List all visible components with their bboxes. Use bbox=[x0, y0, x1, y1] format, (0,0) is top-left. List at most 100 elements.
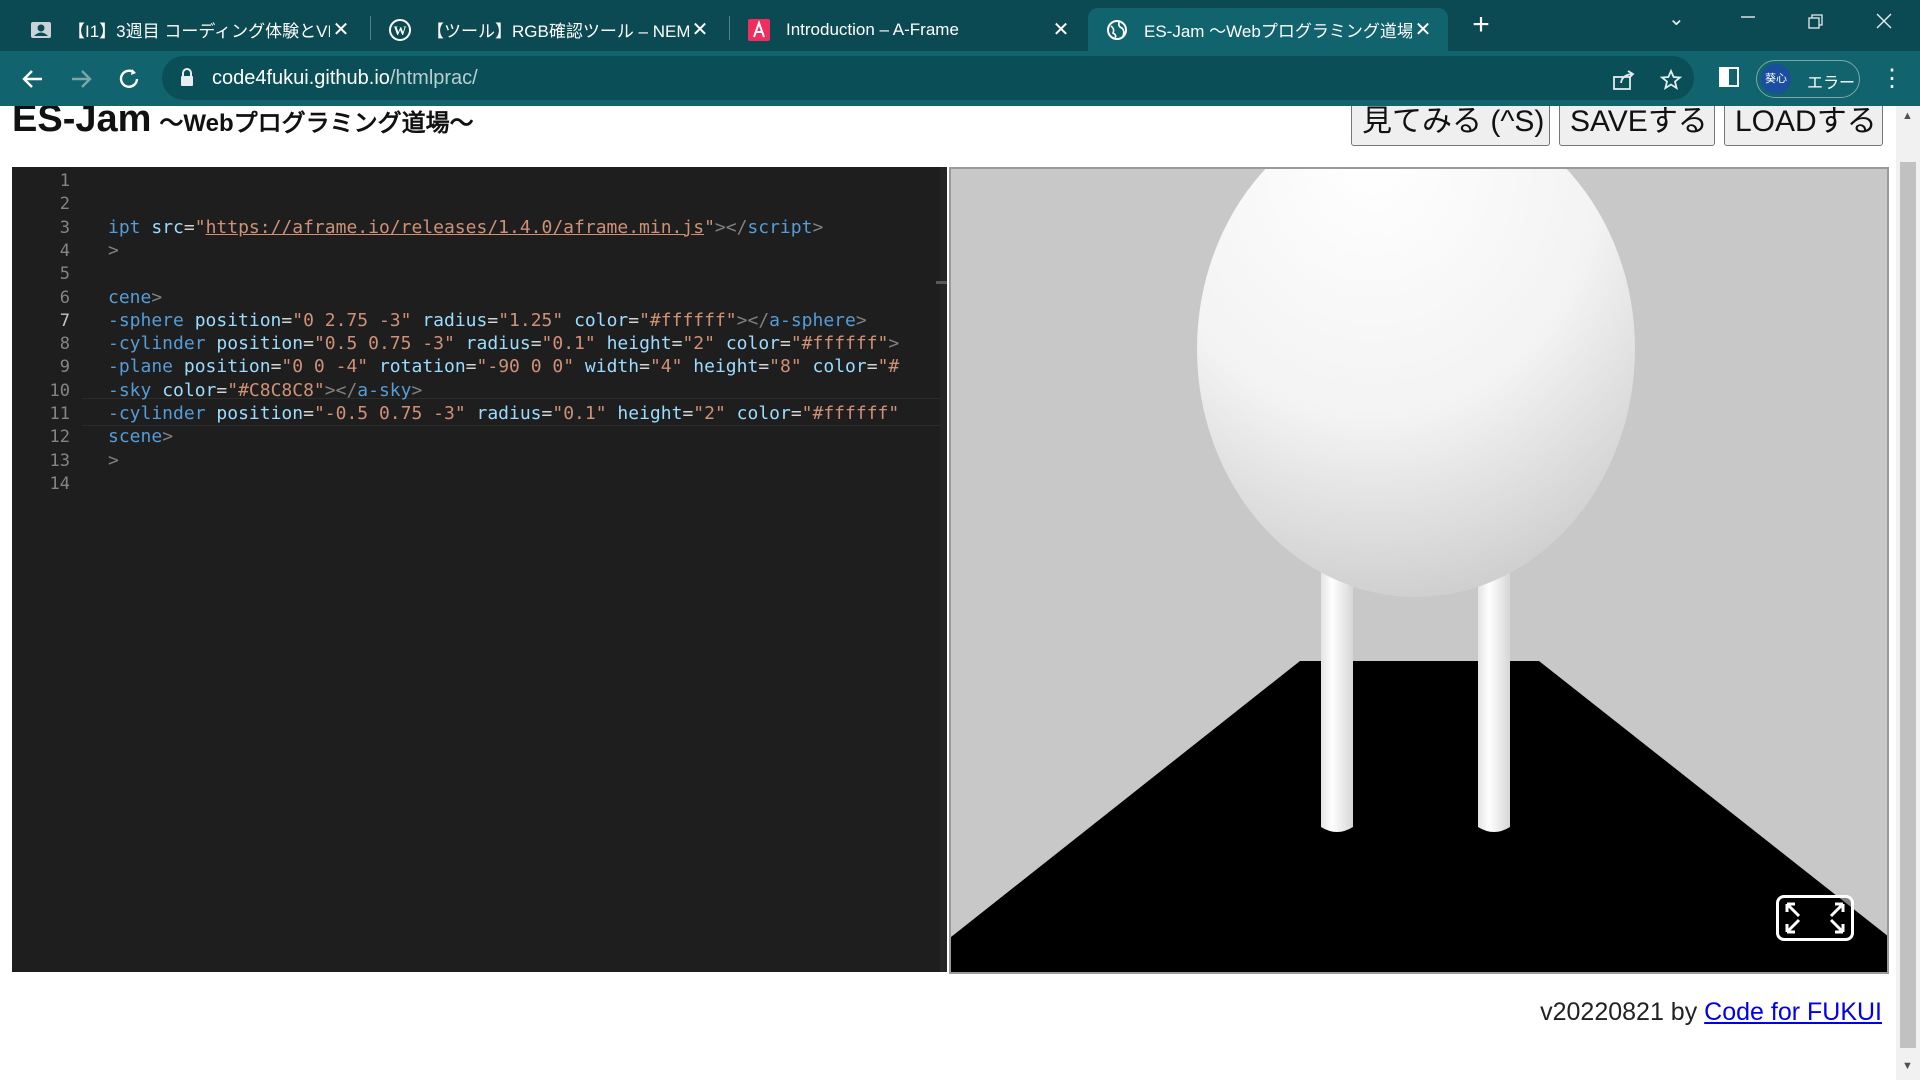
code-token: = bbox=[639, 356, 650, 378]
code-line[interactable]: -plane position = "0 0 -4" rotation = "-90 0… bbox=[108, 356, 899, 377]
scroll-thumb[interactable] bbox=[1900, 162, 1916, 1048]
code-token: a-sky bbox=[357, 379, 412, 401]
load-button[interactable]: LOADする bbox=[1724, 106, 1883, 146]
save-button[interactable]: SAVEする bbox=[1559, 106, 1715, 146]
code-line[interactable]: -sky color="#C8C8C8"></a-sky> bbox=[108, 380, 422, 401]
line-number-gutter: 1 2 3 4 5 6 7 8 9 10 11 12 13 14 bbox=[12, 167, 82, 972]
person-badge-icon bbox=[30, 19, 52, 41]
code-token: "-90 0 0" bbox=[476, 356, 575, 378]
cylinder-left bbox=[1321, 551, 1353, 832]
globe-icon bbox=[1106, 19, 1128, 41]
back-arrow-icon[interactable] bbox=[18, 64, 48, 94]
close-tab-icon[interactable]: ✕ bbox=[1412, 17, 1434, 42]
close-tab-icon[interactable]: ✕ bbox=[689, 17, 711, 42]
code-editor[interactable]: 1 2 3 4 5 6 7 8 9 10 11 12 13 14 ipt src="https://afr… bbox=[12, 167, 947, 972]
code-token: = bbox=[216, 379, 228, 401]
code-token: color bbox=[162, 379, 217, 401]
share-icon[interactable] bbox=[1612, 69, 1636, 97]
browser-tab-3[interactable]: Introduction – A-Frame ✕ bbox=[730, 8, 1086, 51]
code-token: "2" bbox=[693, 403, 726, 424]
code-token: ></ bbox=[714, 216, 748, 238]
code-token: height bbox=[606, 333, 672, 355]
lock-icon[interactable] bbox=[180, 67, 194, 87]
code-token: color bbox=[574, 309, 629, 331]
code-token: = bbox=[780, 333, 791, 355]
more-menu-icon[interactable]: ⋮ bbox=[1880, 64, 1904, 93]
preview-pane[interactable] bbox=[949, 167, 1889, 974]
close-window-icon[interactable] bbox=[1876, 12, 1892, 35]
code-token: width bbox=[584, 356, 640, 378]
tab-search-icon[interactable]: ⌄ bbox=[1668, 6, 1685, 31]
code-for-fukui-link[interactable]: Code for FUKUI bbox=[1704, 998, 1882, 1026]
code-line[interactable]: > bbox=[108, 450, 119, 471]
page-scrollbar[interactable]: ▲ ▼ bbox=[1896, 106, 1920, 1080]
code-token: "1.25" bbox=[498, 309, 564, 331]
close-tab-icon[interactable]: ✕ bbox=[1050, 17, 1072, 42]
svg-text:W: W bbox=[394, 23, 407, 38]
side-panel-icon[interactable] bbox=[1718, 66, 1740, 94]
code-token: "0 0 -4" bbox=[281, 356, 369, 378]
code-token: ></ bbox=[736, 309, 770, 331]
line-number: 7 bbox=[59, 310, 70, 331]
code-token: position bbox=[183, 356, 271, 378]
editor-scrollbar[interactable] bbox=[936, 167, 947, 972]
code-token: -plane bbox=[108, 356, 174, 378]
code-line[interactable]: -cylinder position="0.5 0.75 -3" radius=… bbox=[108, 333, 899, 354]
code-line[interactable]: ipt src="https://aframe.io/releases/1.4.… bbox=[108, 217, 823, 238]
restore-icon[interactable] bbox=[1808, 13, 1824, 36]
browser-tab-1[interactable]: 【I1】3週目 コーディング体験とVR体験 ✕ bbox=[12, 8, 366, 51]
code-token: "#C8C8C8" bbox=[227, 379, 325, 401]
code-line[interactable]: -cylinder position="-0.5 0.75 -3" radius… bbox=[108, 403, 899, 424]
browser-tab-4[interactable]: ES-Jam 〜Webプログラミング道場〜 ✕ bbox=[1088, 8, 1448, 51]
browser-tab-2[interactable]: W 【ツール】RGB確認ツール – NEMOT's ✕ bbox=[371, 8, 725, 51]
scroll-down-arrow-icon[interactable]: ▼ bbox=[1902, 1060, 1913, 1072]
code-token: "#ffffff" bbox=[801, 403, 900, 424]
code-token: > bbox=[108, 449, 119, 471]
tab-title: 【I1】3週目 コーディング体験とVR体験 bbox=[68, 22, 330, 41]
fullscreen-vr-icon[interactable] bbox=[1776, 895, 1854, 941]
scroll-up-arrow-icon[interactable]: ▲ bbox=[1902, 110, 1913, 122]
profile-button[interactable]: 葵心 エラー bbox=[1756, 60, 1860, 98]
code-token: "-0.5 0.75 -3" bbox=[313, 403, 466, 424]
code-token: "#ffffff" bbox=[790, 333, 889, 355]
browser-toolbar: code4fukui.github.io/htmlprac/ 葵心 エラー ⋮ bbox=[0, 51, 1920, 106]
code-token: = bbox=[866, 356, 878, 378]
code-token: radius bbox=[422, 309, 488, 331]
profile-status: エラー bbox=[1807, 75, 1856, 92]
code-token: cene bbox=[108, 286, 152, 308]
page-content: ES-Jam 〜Webプログラミング道場〜 見てみる (^S) SAVEする LO… bbox=[0, 106, 1896, 1080]
code-token: scene bbox=[108, 426, 163, 448]
code-token: = bbox=[530, 333, 542, 355]
line-number: 8 bbox=[59, 334, 70, 355]
code-token: color bbox=[725, 333, 780, 355]
view-button[interactable]: 見てみる (^S) bbox=[1351, 106, 1550, 146]
new-tab-button[interactable]: + bbox=[1466, 10, 1496, 41]
code-token: "8" bbox=[769, 356, 802, 378]
code-token: = bbox=[671, 333, 683, 355]
bookmark-star-icon[interactable] bbox=[1659, 68, 1683, 97]
forward-arrow-icon[interactable] bbox=[66, 64, 96, 94]
code-line[interactable]: > bbox=[108, 240, 119, 261]
vr-scene bbox=[951, 169, 1887, 972]
code-token: rotation bbox=[378, 356, 466, 378]
code-line[interactable]: -sphere position="0 2.75 -3" radius="1.2… bbox=[108, 310, 867, 331]
reload-icon[interactable] bbox=[114, 64, 144, 94]
address-bar[interactable]: code4fukui.github.io/htmlprac/ bbox=[162, 56, 1694, 100]
code-token: color bbox=[812, 356, 867, 378]
line-number: 2 bbox=[59, 194, 70, 215]
code-token: "#ffffff" bbox=[639, 309, 737, 331]
code-token: https://aframe.io/releases/1.4.0/aframe.… bbox=[205, 216, 705, 238]
code-token: "0.5 0.75 -3" bbox=[313, 333, 455, 355]
code-line[interactable]: cene> bbox=[108, 287, 162, 308]
close-tab-icon[interactable]: ✕ bbox=[330, 17, 352, 42]
line-number: 1 bbox=[59, 171, 70, 191]
code-line[interactable]: scene> bbox=[108, 426, 173, 447]
minimize-icon[interactable] bbox=[1740, 8, 1756, 31]
